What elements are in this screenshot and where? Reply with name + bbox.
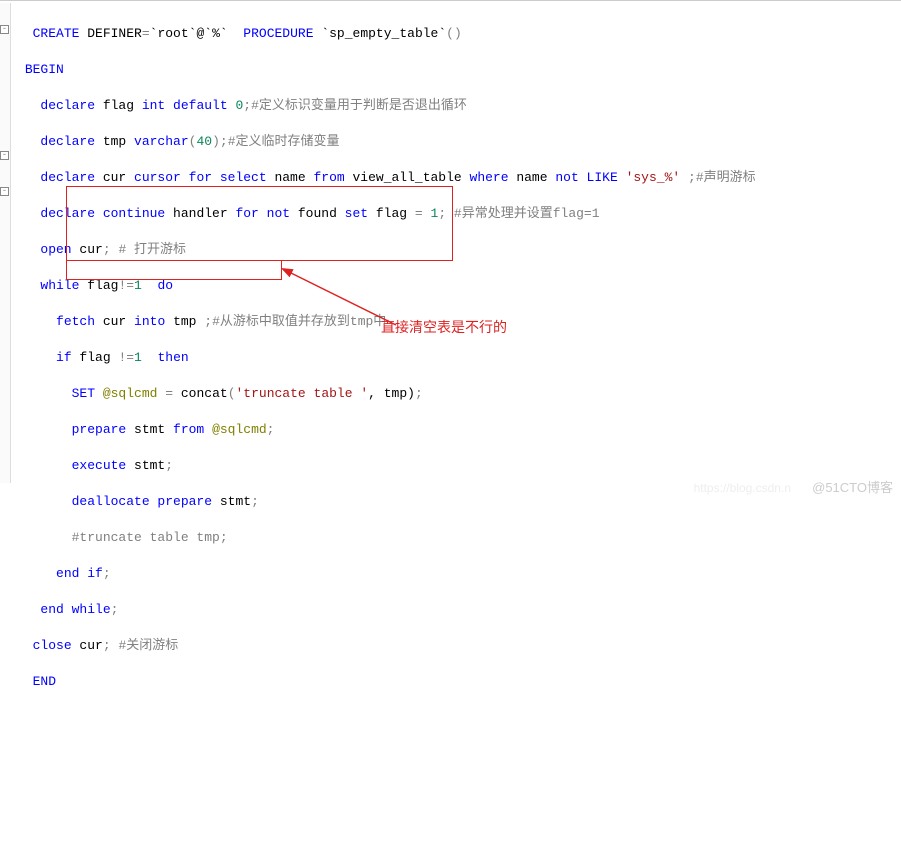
code-line: end if; xyxy=(17,565,756,583)
code-line: prepare stmt from @sqlcmd; xyxy=(17,421,756,439)
highlight-box-1 xyxy=(66,186,453,261)
code-line: declare flag int default 0;#定义标识变量用于判断是否… xyxy=(17,97,756,115)
watermark-faint: https://blog.csdn.n xyxy=(694,479,791,497)
fold-gutter: - - - xyxy=(0,3,11,483)
code-line: execute stmt; xyxy=(17,457,756,475)
code-line: SET @sqlcmd = concat('truncate table ', … xyxy=(17,385,756,403)
code-line: end while; xyxy=(17,601,756,619)
code-line: #truncate table tmp; xyxy=(17,529,756,547)
fold-icon[interactable]: - xyxy=(0,187,9,196)
code-editor: - - - CREATE DEFINER=`root`@`%` PROCEDUR… xyxy=(0,3,901,483)
code-line: close cur; #关闭游标 xyxy=(17,637,756,655)
code-line: if flag !=1 then xyxy=(17,349,756,367)
code-line: declare cur cursor for select name from … xyxy=(17,169,756,187)
annotation-text: 直接清空表是不行的 xyxy=(381,318,507,336)
watermark-main: @51CTO博客 xyxy=(812,479,893,497)
fold-icon[interactable]: - xyxy=(0,151,9,160)
fold-icon[interactable]: - xyxy=(0,25,9,34)
code-line: END xyxy=(17,673,756,691)
code-line: declare tmp varchar(40);#定义临时存储变量 xyxy=(17,133,756,151)
code-line: deallocate prepare stmt; xyxy=(17,493,756,511)
code-line: BEGIN xyxy=(17,61,756,79)
code-area[interactable]: CREATE DEFINER=`root`@`%` PROCEDURE `sp_… xyxy=(11,3,756,483)
highlight-box-2 xyxy=(66,260,282,280)
code-line: CREATE DEFINER=`root`@`%` PROCEDURE `sp_… xyxy=(17,25,756,43)
